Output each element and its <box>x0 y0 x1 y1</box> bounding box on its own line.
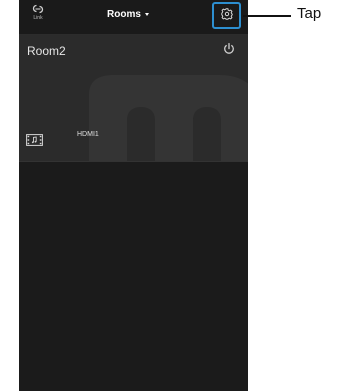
rooms-title: Rooms <box>107 9 141 20</box>
link-chain-icon <box>30 3 46 15</box>
link-button[interactable]: Link <box>25 3 51 29</box>
power-button[interactable] <box>222 42 236 56</box>
m-logo-watermark <box>89 75 248 161</box>
power-icon <box>224 42 234 54</box>
page: Link Rooms Room2 HDMI1 Tap <box>0 0 345 391</box>
room-card[interactable]: Room2 HDMI1 <box>19 35 248 161</box>
room-list-empty-area <box>19 161 248 391</box>
tap-highlight-box <box>212 2 241 29</box>
callout-line <box>243 15 291 17</box>
callout-label: Tap <box>297 5 322 22</box>
link-label: Link <box>33 15 43 21</box>
rooms-dropdown[interactable]: Rooms <box>107 9 149 20</box>
phone-screen: Link Rooms Room2 HDMI1 <box>19 0 248 391</box>
room-name: Room2 <box>27 44 66 58</box>
source-label: HDMI1 <box>77 131 99 138</box>
film-music-icon <box>26 133 43 146</box>
caret-down-icon <box>144 13 149 16</box>
